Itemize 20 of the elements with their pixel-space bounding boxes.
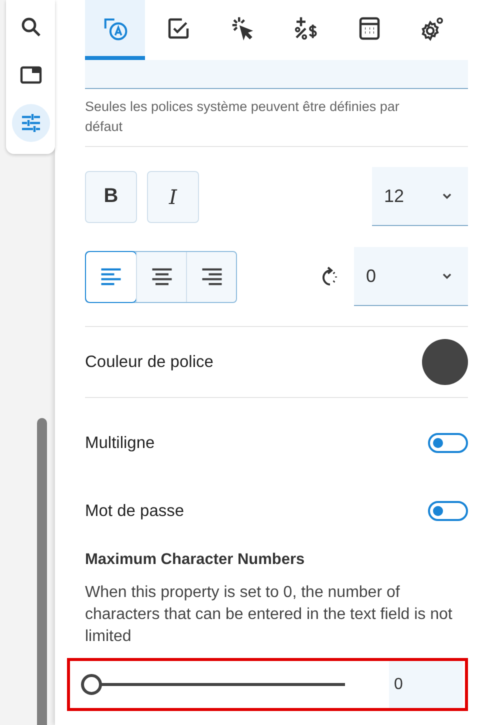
number-field[interactable]: 0 bbox=[389, 661, 463, 708]
percent-dollar-icon bbox=[292, 14, 319, 42]
bold-button[interactable]: B bbox=[85, 170, 137, 222]
hint-text: Seules les polices système peuvent être définies par défaut bbox=[85, 97, 468, 147]
slider[interactable] bbox=[81, 674, 345, 695]
gear-icon bbox=[419, 14, 446, 42]
font-size-select[interactable]: 12 bbox=[372, 167, 468, 226]
toggle-switch[interactable] bbox=[428, 501, 468, 521]
toggle-switch[interactable] bbox=[428, 433, 468, 453]
description-text: When this property is set to 0, the number of characters that can be entered in the text field is not limited bbox=[85, 583, 454, 647]
italic-button[interactable]: I bbox=[147, 170, 199, 222]
font-color-label: Couleur de police bbox=[85, 352, 214, 372]
toggle-label: Multiligne bbox=[85, 434, 155, 452]
section-title: Maximum Character Numbers bbox=[85, 551, 306, 569]
toggle-label: Mot de passe bbox=[85, 502, 184, 520]
scrollbar[interactable] bbox=[37, 418, 47, 725]
slider-thumb[interactable] bbox=[81, 674, 102, 695]
rotation-select[interactable]: 0 bbox=[354, 247, 468, 306]
align-button[interactable] bbox=[86, 252, 136, 302]
color-swatch[interactable] bbox=[422, 339, 468, 385]
